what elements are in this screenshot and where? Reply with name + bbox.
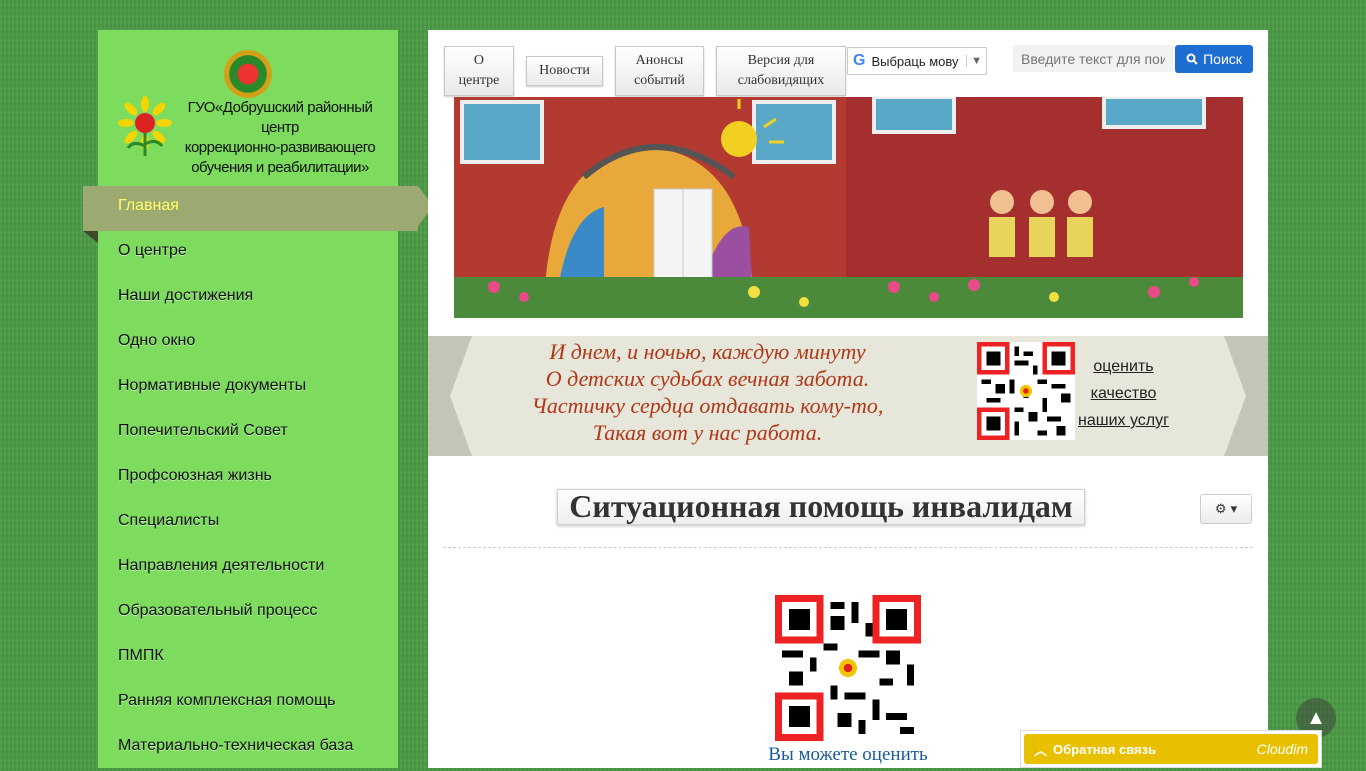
quote-line: Такая вот у нас работа. [592, 420, 823, 445]
rate-link-line: оценить [1093, 358, 1154, 375]
sidebar-item-early-help[interactable]: Ранняя комплексная помощь [98, 681, 398, 726]
nav-news-label: Новости [539, 63, 590, 78]
caret-down-icon: ▾ [1230, 501, 1238, 516]
chevron-up-icon: ︿ [1034, 742, 1048, 758]
qr-code-large[interactable] [775, 595, 921, 741]
org-name: ГУО«Добрушский районный центр коррекцион… [170, 98, 390, 178]
sidebar-item-facilities[interactable]: Материально-техническая база [98, 726, 398, 771]
gear-icon: ⚙ [1214, 501, 1227, 516]
sidebar-item-about[interactable]: О центре [98, 231, 398, 276]
search-icon [1186, 53, 1198, 65]
sidebar-item-home[interactable]: Главная [83, 186, 433, 243]
nav-events-button[interactable]: Анонсы событий [615, 46, 704, 96]
quote-text: И днем, и ночью, каждую минуту О детских… [500, 338, 915, 446]
sunflower-icon [118, 96, 172, 156]
sidebar: ГУО«Добрушский районный центр коррекцион… [83, 30, 433, 771]
settings-dropdown-button[interactable]: ⚙ ▾ [1200, 494, 1252, 524]
nav-lowvision-label: слабовидящих [737, 73, 825, 88]
nav-lowvision-button[interactable]: Версия для слабовидящих [716, 46, 846, 96]
sidebar-item-education[interactable]: Образовательный процесс [98, 591, 398, 636]
quote-line: О детских судьбах вечная забота. [545, 366, 870, 391]
sidebar-item-specialists[interactable]: Специалисты [98, 501, 398, 546]
rate-link-line: наших услуг [1078, 412, 1169, 429]
banner-photo [454, 97, 1243, 318]
rate-link-line: качество [1090, 385, 1157, 402]
feedback-label: Обратная связь [1053, 741, 1157, 757]
org-name-line: коррекционно-развивающего [184, 139, 376, 156]
main-panel: Оцентре Новости Анонсы событий Версия для… [428, 30, 1268, 768]
search-button[interactable]: Поиск [1175, 45, 1253, 73]
language-label: Выбраць мову [871, 53, 959, 69]
chevron-up-icon: ▲ [1306, 706, 1326, 729]
search-button-label: Поиск [1203, 51, 1242, 67]
rate-quality-link[interactable]: оценить качество наших услуг [1076, 353, 1171, 434]
divider [443, 547, 1253, 548]
sidebar-item-activities[interactable]: Направления деятельности [98, 546, 398, 591]
nav-events-label: событий [634, 73, 685, 88]
sidebar-item-one-window[interactable]: Одно окно [98, 321, 398, 366]
search-input[interactable] [1013, 45, 1173, 72]
nav-lowvision-label: Версия для [747, 53, 815, 68]
org-name-line: ГУО«Добрушский районный центр [187, 99, 373, 136]
emblem-icon [224, 50, 272, 98]
feedback-bar[interactable]: ︿ Обратная связь Cloudim [1024, 734, 1318, 764]
nav-about-button[interactable]: Оцентре [444, 46, 514, 96]
feedback-widget[interactable]: ︿ Обратная связь Cloudim [1020, 730, 1322, 768]
google-icon: G [853, 52, 866, 69]
rate-caption[interactable]: Вы можете оценить [748, 744, 948, 766]
quote-line: Частичку сердца отдавать кому-то, [531, 393, 884, 418]
org-name-line: обучения и реабилитации» [191, 159, 369, 176]
site-logo[interactable]: ГУО«Добрушский районный центр коррекцион… [118, 50, 383, 176]
nav-events-label: Анонсы [635, 53, 684, 68]
qr-code-icon[interactable] [977, 342, 1075, 440]
nav-news-button[interactable]: Новости [526, 56, 603, 86]
nav-about-label: центре [458, 73, 500, 88]
feedback-brand: Cloudim [1256, 741, 1308, 757]
sidebar-item-achievements[interactable]: Наши достижения [98, 276, 398, 321]
quote-line: И днем, и ночью, каждую минуту [549, 339, 866, 364]
chevron-down-icon: ▼ [966, 55, 982, 67]
quote-panel: И днем, и ночью, каждую минуту О детских… [450, 336, 1246, 456]
sidebar-item-union[interactable]: Профсоюзная жизнь [98, 456, 398, 501]
sidebar-item-pmpk[interactable]: ПМПК [98, 636, 398, 681]
sidebar-item-regulations[interactable]: Нормативные документы [98, 366, 398, 411]
page-title: Ситуационная помощь инвалидам [557, 489, 1085, 525]
nav-about-label: О [473, 53, 485, 68]
sidebar-item-board[interactable]: Попечительский Совет [98, 411, 398, 456]
sidebar-nav: Главная О центре Наши достижения Одно ок… [83, 186, 433, 771]
language-select[interactable]: G Выбраць мову ▼ [847, 47, 987, 75]
quote-band: И днем, и ночью, каждую минуту О детских… [428, 336, 1268, 456]
